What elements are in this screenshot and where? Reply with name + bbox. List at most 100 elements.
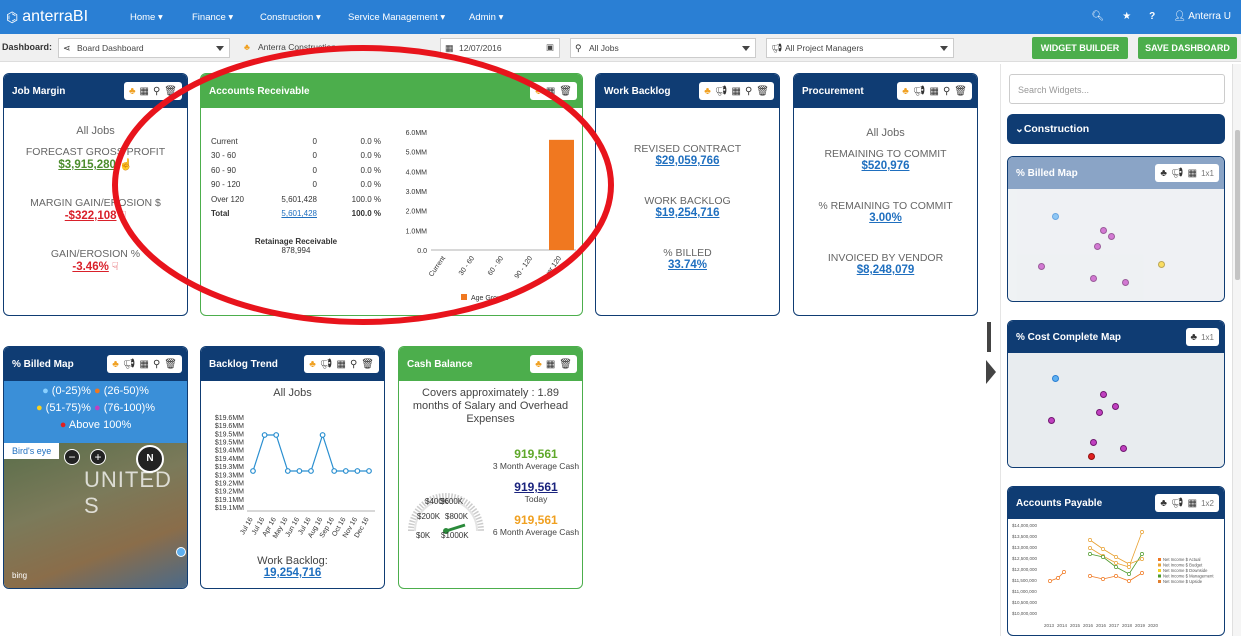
megaphone-icon[interactable]: 📢︎ <box>913 86 926 97</box>
zoom-in-icon[interactable]: + <box>90 449 106 465</box>
construction-section-header[interactable]: ⌄Construction <box>1007 114 1225 144</box>
org-chart-icon[interactable]: ♣ <box>112 359 119 370</box>
trend-point <box>296 468 303 474</box>
trash-icon[interactable]: 🗑︎ <box>164 359 177 370</box>
gain-erosion-pct-link[interactable]: -3.46% <box>72 261 108 273</box>
megaphone-icon[interactable]: 📢︎ <box>320 359 333 370</box>
cash-balance-widget: Cash Balance ♣ ▦ 🗑︎ Covers approximately… <box>398 346 583 589</box>
y-tick-label: $19.3MM <box>215 472 244 479</box>
org-chart-icon[interactable]: ♣ <box>704 86 711 97</box>
map-pin-icon[interactable]: ⚲ <box>943 86 950 97</box>
chevron-down-icon <box>940 46 948 51</box>
search-widgets-input[interactable]: Search Widgets... <box>1009 74 1225 104</box>
margin-gain-erosion-link[interactable]: -$322,108 <box>65 210 117 222</box>
widget-builder-button[interactable]: WIDGET BUILDER <box>1032 37 1128 59</box>
sidebar-widget-billed-map[interactable]: % Billed Map ♣ 📢︎ ▦ 1x1 <box>1007 156 1225 302</box>
remaining-pct-link[interactable]: 3.00% <box>794 212 977 224</box>
sidebar-widget-cost-complete-map[interactable]: % Cost Complete Map ♣ 1x1 <box>1007 320 1225 468</box>
user-menu[interactable]: 👤︎ Anterra U <box>1173 11 1231 22</box>
help-link[interactable]: ? <box>1149 11 1155 22</box>
y-tick-label: $19.2MM <box>215 480 244 487</box>
megaphone-icon[interactable]: 📢︎ <box>1171 498 1184 509</box>
y-tick-label: $12,500,000 <box>1012 556 1038 561</box>
ap-point <box>1088 546 1092 550</box>
calendar-icon[interactable]: ▦ <box>546 359 555 370</box>
megaphone-icon[interactable]: 📢︎ <box>123 359 136 370</box>
org-chart-icon[interactable]: ♣ <box>902 86 909 97</box>
widget-header: Procurement ♣ 📢︎ ▦ ⚲ 🗑︎ <box>794 74 977 108</box>
calendar-icon[interactable]: ▦ <box>1188 498 1197 509</box>
org-chart-icon[interactable]: ♣ <box>1160 498 1167 509</box>
zoom-out-icon[interactable]: − <box>64 449 80 465</box>
birds-eye-button[interactable]: Bird's eye <box>4 443 60 459</box>
managers-select[interactable]: 📢︎ All Project Managers <box>766 38 954 58</box>
save-dashboard-button[interactable]: SAVE DASHBOARD <box>1138 37 1237 59</box>
ap-legend-label: Net Income $ Budget <box>1163 563 1203 568</box>
megaphone-icon: 📢︎ <box>771 43 783 53</box>
page-scrollbar[interactable] <box>1232 64 1241 636</box>
x-tick-label: 2016 <box>1096 623 1107 628</box>
widget-header: Cash Balance ♣ ▦ 🗑︎ <box>399 347 582 381</box>
search-icon[interactable]: 🔍︎ <box>1091 11 1104 22</box>
megaphone-icon[interactable]: 📢︎ <box>1171 168 1184 179</box>
legend-item: Above 100% <box>68 419 132 431</box>
sidebar-widget-accounts-payable[interactable]: Accounts Payable ♣ 📢︎ ▦ 1x2 $14,000,000 $… <box>1007 486 1225 636</box>
y-tick-label: $19.5MM <box>215 431 244 438</box>
map-pin-icon[interactable] <box>176 547 186 557</box>
trash-icon[interactable]: 🗑︎ <box>756 86 769 97</box>
trash-icon[interactable]: 🗑︎ <box>559 359 572 370</box>
org-chart-icon[interactable]: ♣ <box>1191 332 1198 343</box>
star-icon[interactable]: ★ <box>1122 11 1131 22</box>
widget-subtitle: All Jobs <box>866 127 905 139</box>
org-chart-icon[interactable]: ♣ <box>535 359 542 370</box>
pin-yellow-icon: ● <box>35 402 43 414</box>
backlog-trend-widget: Backlog Trend ♣ 📢︎ ▦ ⚲ 🗑︎ All Jobs $19.6… <box>200 346 385 589</box>
user-icon: 👤︎ <box>1173 11 1186 22</box>
six-month-avg-label: 6 Month Average Cash <box>492 527 580 537</box>
calendar-icon[interactable]: ▦ <box>337 359 346 370</box>
satellite-map[interactable]: Bird's eye − + N UNITED S bing <box>4 443 187 588</box>
ap-point <box>1127 562 1131 566</box>
gauge-label: $0K <box>416 531 431 540</box>
legend-item: (51-75)% <box>45 402 91 414</box>
nav-finance[interactable]: Finance ▾ <box>192 12 233 23</box>
map-pin-icon[interactable]: ⚲ <box>350 359 357 370</box>
nav-home[interactable]: Home ▾ <box>130 12 163 23</box>
calendar-icon[interactable]: ▦ <box>930 86 939 97</box>
x-tick-label: 2019 <box>1135 623 1146 628</box>
invoiced-by-vendor-link[interactable]: $8,248,079 <box>794 264 977 276</box>
y-tick-label: $19.6MM <box>215 415 244 422</box>
x-tick-label: 2018 <box>1122 623 1133 628</box>
widget-header: % Cost Complete Map ♣ 1x1 <box>1008 321 1224 353</box>
calendar-icon[interactable]: ▦ <box>140 359 149 370</box>
widget-toolbar: ♣ 📢︎ ▦ ⚲ 🗑︎ <box>107 355 182 373</box>
sidebar-toggle[interactable] <box>984 322 996 394</box>
map-pin-icon[interactable]: ⚲ <box>153 359 160 370</box>
remaining-to-commit-link[interactable]: $520,976 <box>794 160 977 172</box>
brand[interactable]: ⌬ anterraBI <box>6 8 88 26</box>
nav-admin[interactable]: Admin ▾ <box>469 12 503 23</box>
calendar-icon[interactable]: ▦ <box>732 86 741 97</box>
megaphone-icon[interactable]: 📢︎ <box>715 86 728 97</box>
map-pin-icon[interactable]: ⚲ <box>745 86 752 97</box>
ap-point <box>1062 570 1066 574</box>
y-tick-label: $19.2MM <box>215 489 244 496</box>
org-chart-icon[interactable]: ♣ <box>309 359 316 370</box>
org-chart-icon[interactable]: ♣ <box>1160 168 1167 179</box>
ap-point <box>1101 555 1105 559</box>
ap-point <box>1101 577 1105 581</box>
brand-name: anterraBI <box>22 8 89 25</box>
calendar-icon[interactable]: ▦ <box>1188 168 1197 179</box>
six-month-avg-value: 919,561 <box>514 513 558 527</box>
nav-service-management[interactable]: Service Management ▾ <box>348 12 445 23</box>
chevron-right-icon[interactable] <box>986 360 996 384</box>
work-backlog-link[interactable]: 19,254,716 <box>201 567 384 579</box>
trash-icon[interactable]: 🗑︎ <box>954 86 967 97</box>
today-cash-link[interactable]: 919,561 <box>491 480 581 494</box>
ap-legend-label: Net Income $ Management <box>1163 574 1214 579</box>
scrollbar-thumb[interactable] <box>1235 130 1240 280</box>
trash-icon[interactable]: 🗑︎ <box>361 359 374 370</box>
forecast-gross-profit-link[interactable]: $3,915,280 <box>58 159 116 171</box>
nav-construction[interactable]: Construction ▾ <box>260 12 321 23</box>
gauge-label: $200K <box>417 512 441 521</box>
